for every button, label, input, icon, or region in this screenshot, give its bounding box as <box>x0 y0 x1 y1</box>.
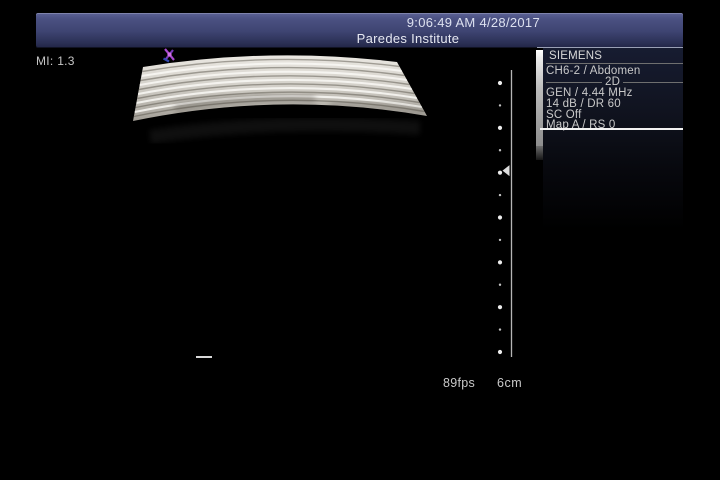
ruler-tick <box>498 171 502 175</box>
ruler-tick <box>499 149 501 151</box>
ruler-tick <box>498 305 502 309</box>
ruler-tick <box>498 350 502 354</box>
ruler-tick <box>499 194 501 196</box>
ruler-tick <box>498 81 502 85</box>
ruler-tick <box>498 260 502 264</box>
orientation-marker-icon <box>164 49 175 62</box>
ruler-tick <box>498 215 502 219</box>
ruler-tick <box>499 284 501 286</box>
ultrasound-image-area <box>0 0 720 480</box>
focus-marker-icon <box>503 165 510 176</box>
ruler-tick <box>499 104 501 106</box>
ruler-tick <box>498 126 502 130</box>
ruler-tick <box>499 239 501 241</box>
ruler-tick <box>499 328 501 330</box>
ultrasound-screen: 9:06:49 AM 4/28/2017 Paredes Institute M… <box>0 0 720 480</box>
band-reflection <box>150 125 420 137</box>
depth-ruler-ticks <box>498 81 502 354</box>
